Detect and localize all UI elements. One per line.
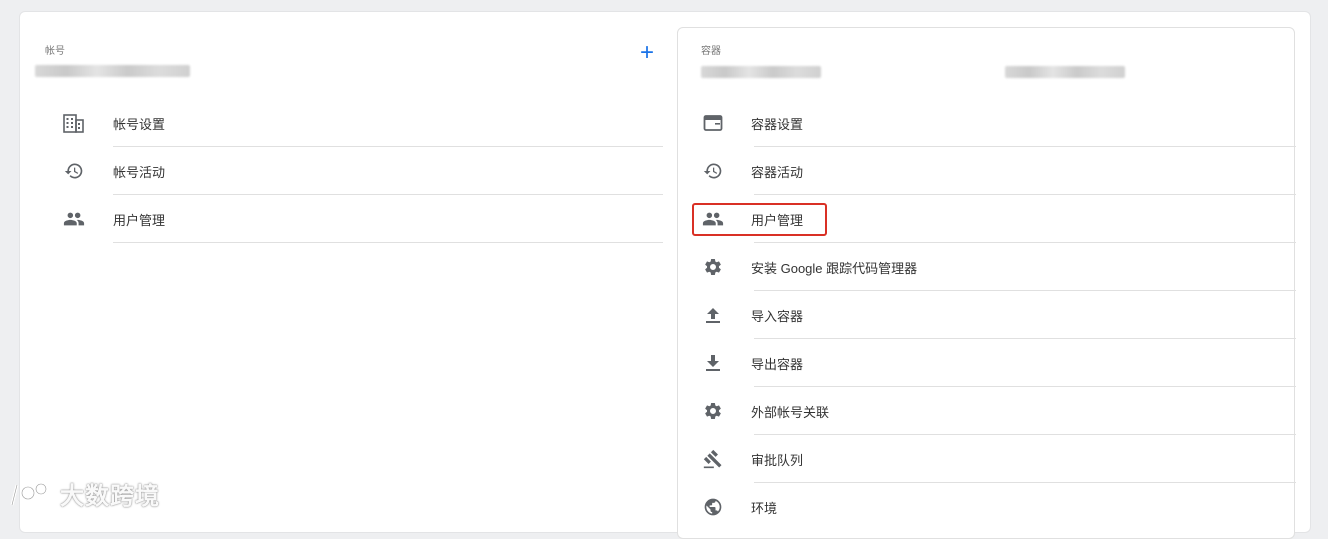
container-section-label: 容器 <box>701 46 721 57</box>
container-settings-item[interactable]: 容器设置 <box>678 99 1296 147</box>
install-gtm-item[interactable]: 安装 Google 跟踪代码管理器 <box>678 243 1296 291</box>
gear-icon <box>701 399 725 423</box>
add-account-button[interactable]: + <box>640 41 654 65</box>
approval-queue-item[interactable]: 审批队列 <box>678 435 1296 483</box>
container-activity-label: 容器活动 <box>751 164 804 180</box>
account-menu: 帐号设置 帐号活动 用户管理 <box>41 99 663 243</box>
watermark-logo-icon <box>10 482 48 505</box>
gear-icon <box>701 255 725 279</box>
highlight-box <box>692 203 827 236</box>
environments-label: 环境 <box>751 500 778 516</box>
watermark: 大数跨境 <box>8 476 160 511</box>
account-section-label: 帐号 <box>45 46 65 57</box>
import-container-label: 导入容器 <box>751 308 804 324</box>
account-settings-label: 帐号设置 <box>113 116 166 132</box>
account-user-management-label: 用户管理 <box>113 212 166 228</box>
account-activity-item[interactable]: 帐号活动 <box>41 147 663 195</box>
watermark-text: 大数跨境 <box>60 483 160 510</box>
container-column: 容器 容器设置 容器活动 用户管理 安装 Google 跟踪代码管理器 导入容器… <box>677 27 1296 539</box>
account-name-redacted <box>35 65 190 77</box>
container-activity-item[interactable]: 容器活动 <box>678 147 1296 195</box>
approval-queue-label: 审批队列 <box>751 452 804 468</box>
account-settings-item[interactable]: 帐号设置 <box>41 99 663 147</box>
download-icon <box>701 351 725 375</box>
install-gtm-label: 安装 Google 跟踪代码管理器 <box>751 260 918 276</box>
export-container-item[interactable]: 导出容器 <box>678 339 1296 387</box>
environments-item[interactable]: 环境 <box>678 483 1294 531</box>
building-icon <box>62 111 86 135</box>
account-activity-label: 帐号活动 <box>113 164 166 180</box>
container-menu: 容器设置 容器活动 用户管理 安装 Google 跟踪代码管理器 导入容器 导出… <box>678 99 1296 531</box>
people-icon <box>62 207 86 231</box>
import-container-item[interactable]: 导入容器 <box>678 291 1296 339</box>
container-settings-label: 容器设置 <box>751 116 804 132</box>
export-container-label: 导出容器 <box>751 356 804 372</box>
main-card: 帐号 + 帐号设置 帐号活动 用户管理 容器 容器设置 容器活动 用户管理 安装… <box>19 11 1311 539</box>
history-icon <box>62 159 86 183</box>
gavel-icon <box>701 447 725 471</box>
container-id-redacted <box>1005 66 1125 78</box>
window-icon <box>701 111 725 135</box>
external-account-linking-item[interactable]: 外部帐号关联 <box>678 387 1296 435</box>
account-user-management-item[interactable]: 用户管理 <box>41 195 663 243</box>
divider <box>113 242 663 243</box>
container-name-redacted <box>701 66 821 78</box>
history-icon <box>701 159 725 183</box>
upload-icon <box>701 303 725 327</box>
globe-icon <box>701 495 725 519</box>
external-account-linking-label: 外部帐号关联 <box>751 404 830 420</box>
